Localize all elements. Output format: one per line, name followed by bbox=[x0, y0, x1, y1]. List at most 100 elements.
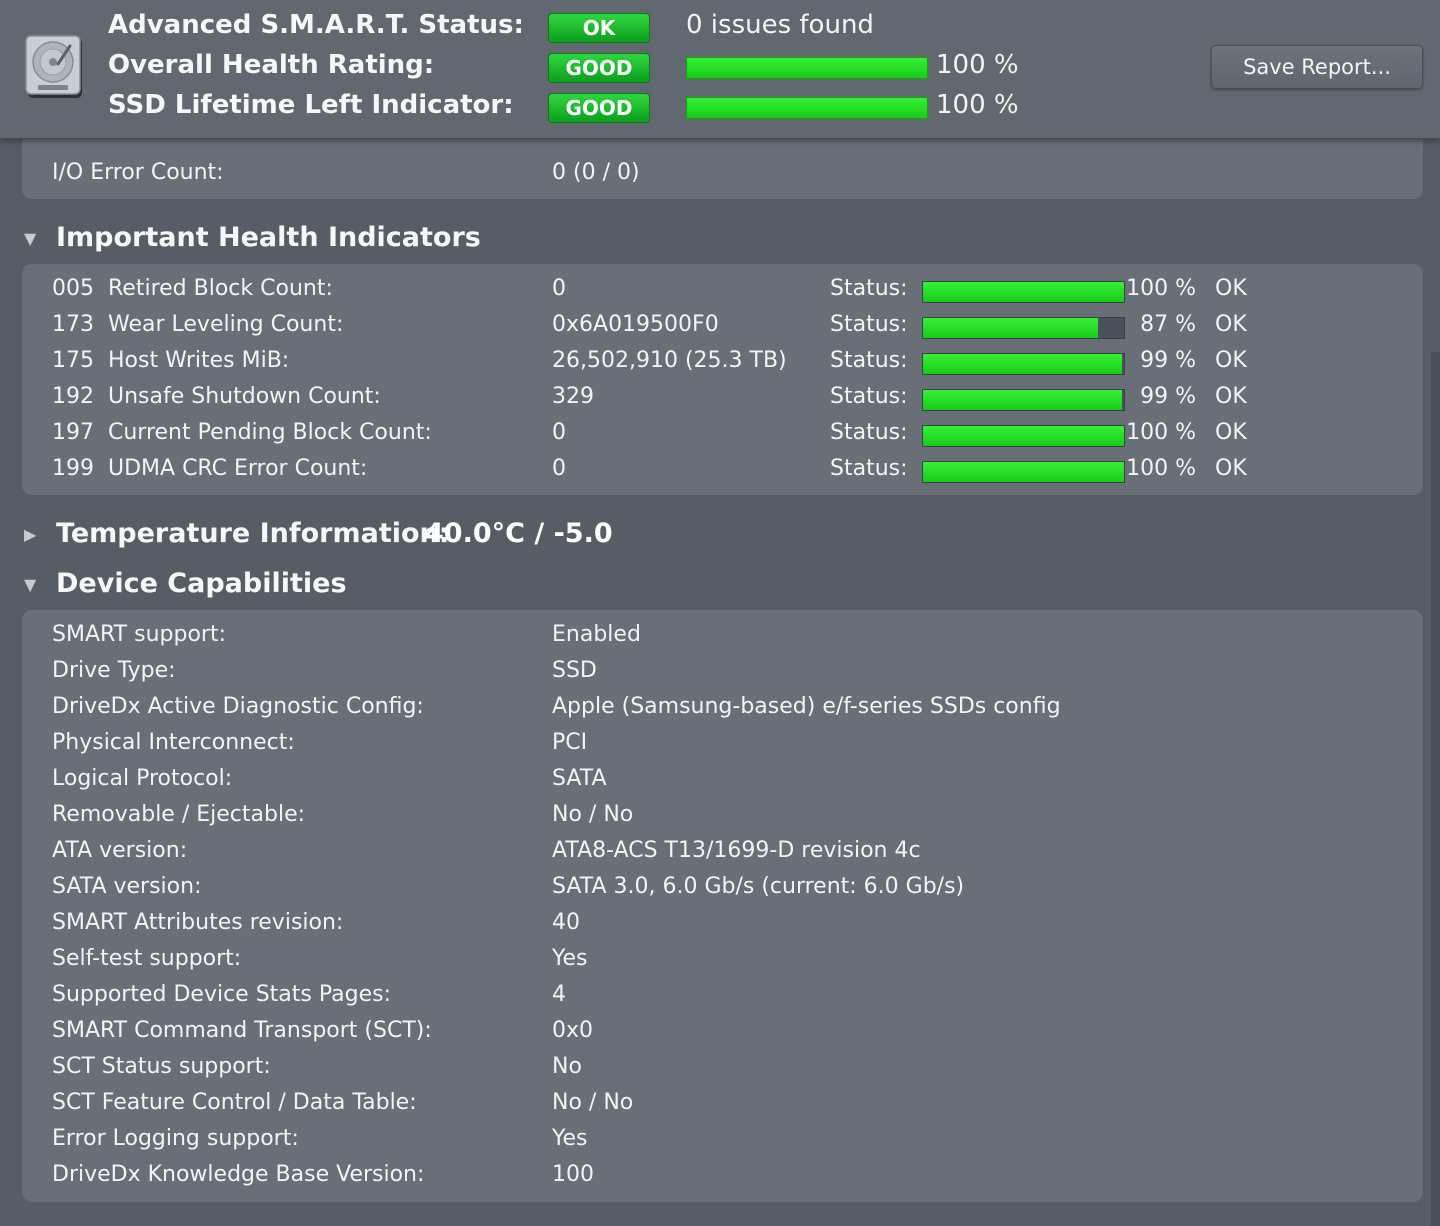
attribute-status-label: Status: bbox=[830, 348, 908, 373]
attribute-health-percent: 100 % bbox=[1126, 276, 1196, 301]
capabilities-disclosure-icon[interactable]: ▼ bbox=[24, 575, 36, 594]
attribute-status-value: OK bbox=[1215, 276, 1247, 301]
health-indicators-panel: 005 Retired Block Count: 0 Status: 100 % OK 17… bbox=[22, 264, 1423, 495]
attribute-health-bar bbox=[922, 317, 1125, 339]
health-rating-badge: GOOD bbox=[548, 53, 650, 83]
capability-value: SATA bbox=[552, 766, 607, 791]
capability-value: SSD bbox=[552, 658, 597, 683]
attribute-status-value: OK bbox=[1215, 348, 1247, 373]
attribute-status-label: Status: bbox=[830, 276, 908, 301]
capability-label: ATA version: bbox=[52, 838, 188, 863]
capability-label: SATA version: bbox=[52, 874, 202, 899]
attribute-id: 005 bbox=[52, 276, 94, 301]
attribute-health-bar bbox=[922, 281, 1125, 303]
capability-value: Yes bbox=[552, 946, 588, 971]
attribute-health-bar-fill bbox=[923, 390, 1122, 410]
capability-label: Drive Type: bbox=[52, 658, 176, 683]
capability-value: Yes bbox=[552, 1126, 588, 1151]
capability-label: Logical Protocol: bbox=[52, 766, 233, 791]
attribute-status-value: OK bbox=[1215, 456, 1247, 481]
save-report-button[interactable]: Save Report... bbox=[1211, 45, 1423, 89]
capability-value: No / No bbox=[552, 802, 634, 827]
attribute-health-percent: 99 % bbox=[1140, 348, 1196, 373]
capability-value: SATA 3.0, 6.0 Gb/s (current: 6.0 Gb/s) bbox=[552, 874, 965, 899]
attribute-value: 0 bbox=[552, 420, 566, 445]
lifetime-bar bbox=[686, 97, 928, 119]
attribute-value: 0 bbox=[552, 456, 566, 481]
capability-label: SCT Feature Control / Data Table: bbox=[52, 1090, 417, 1115]
health-rating-percent: 100 % bbox=[936, 50, 1019, 80]
attribute-health-bar bbox=[922, 425, 1125, 447]
attribute-id: 197 bbox=[52, 420, 94, 445]
attribute-health-bar-fill bbox=[923, 282, 1124, 302]
attribute-health-bar-fill bbox=[923, 426, 1124, 446]
temperature-disclosure-icon[interactable]: ▶ bbox=[24, 525, 36, 544]
attribute-status-label: Status: bbox=[830, 456, 908, 481]
attribute-status-label: Status: bbox=[830, 312, 908, 337]
scrollbar-track[interactable] bbox=[1431, 352, 1440, 1226]
capability-value: 0x0 bbox=[552, 1018, 594, 1043]
issues-found-text: 0 issues found bbox=[686, 10, 874, 40]
capability-label: Self-test support: bbox=[52, 946, 242, 971]
smart-status-label: Advanced S.M.A.R.T. Status: bbox=[108, 10, 524, 40]
hard-drive-icon bbox=[25, 35, 82, 98]
capability-label: Error Logging support: bbox=[52, 1126, 299, 1151]
temperature-title[interactable]: Temperature Information: bbox=[56, 518, 450, 549]
attribute-name: Wear Leveling Count: bbox=[108, 312, 344, 337]
attribute-id: 199 bbox=[52, 456, 94, 481]
attribute-id: 192 bbox=[52, 384, 94, 409]
capabilities-title[interactable]: Device Capabilities bbox=[56, 568, 347, 599]
attribute-health-percent: 100 % bbox=[1126, 456, 1196, 481]
capability-value: No bbox=[552, 1054, 582, 1079]
attribute-name: Host Writes MiB: bbox=[108, 348, 290, 373]
attribute-status-label: Status: bbox=[830, 420, 908, 445]
io-error-count-value: 0 (0 / 0) bbox=[552, 160, 640, 185]
attribute-value: 0x6A019500F0 bbox=[552, 312, 719, 337]
attribute-health-bar bbox=[922, 353, 1125, 375]
capability-value: Apple (Samsung-based) e/f-series SSDs co… bbox=[552, 694, 1061, 719]
capability-label: SCT Status support: bbox=[52, 1054, 271, 1079]
attribute-name: Current Pending Block Count: bbox=[108, 420, 432, 445]
status-header: Advanced S.M.A.R.T. Status: OK 0 issues … bbox=[0, 0, 1440, 139]
capability-label: DriveDx Active Diagnostic Config: bbox=[52, 694, 424, 719]
attribute-health-bar bbox=[922, 389, 1125, 411]
lifetime-label: SSD Lifetime Left Indicator: bbox=[108, 90, 514, 120]
health-indicators-title[interactable]: Important Health Indicators bbox=[56, 222, 481, 253]
attribute-status-label: Status: bbox=[830, 384, 908, 409]
attribute-name: Retired Block Count: bbox=[108, 276, 333, 301]
lifetime-percent: 100 % bbox=[936, 90, 1019, 120]
device-capabilities-panel: SMART support: Enabled Drive Type: SSD Drive… bbox=[22, 610, 1423, 1202]
capability-value: 4 bbox=[552, 982, 566, 1007]
attribute-value: 0 bbox=[552, 276, 566, 301]
attribute-status-value: OK bbox=[1215, 420, 1247, 445]
temperature-value: 40.0°C / -5.0 bbox=[425, 518, 613, 549]
attribute-health-bar bbox=[922, 461, 1125, 483]
capability-label: SMART support: bbox=[52, 622, 226, 647]
attribute-health-bar-fill bbox=[923, 354, 1122, 374]
capability-label: SMART Command Transport (SCT): bbox=[52, 1018, 432, 1043]
io-error-count-label: I/O Error Count: bbox=[52, 160, 224, 185]
attribute-health-percent: 100 % bbox=[1126, 420, 1196, 445]
capability-value: ATA8-ACS T13/1699-D revision 4c bbox=[552, 838, 921, 863]
attribute-id: 173 bbox=[52, 312, 94, 337]
attribute-health-percent: 87 % bbox=[1140, 312, 1196, 337]
capability-label: Physical Interconnect: bbox=[52, 730, 295, 755]
attribute-status-value: OK bbox=[1215, 312, 1247, 337]
capability-label: Removable / Ejectable: bbox=[52, 802, 306, 827]
capability-label: DriveDx Knowledge Base Version: bbox=[52, 1162, 425, 1187]
capability-value: 40 bbox=[552, 910, 580, 935]
health-indicators-disclosure-icon[interactable]: ▼ bbox=[24, 229, 36, 248]
capability-value: PCI bbox=[552, 730, 588, 755]
attribute-name: Unsafe Shutdown Count: bbox=[108, 384, 381, 409]
attribute-status-value: OK bbox=[1215, 384, 1247, 409]
capability-value: 100 bbox=[552, 1162, 594, 1187]
capability-label: SMART Attributes revision: bbox=[52, 910, 344, 935]
capability-value: No / No bbox=[552, 1090, 634, 1115]
smart-status-badge: OK bbox=[548, 13, 650, 43]
health-rating-bar bbox=[686, 57, 928, 79]
attribute-name: UDMA CRC Error Count: bbox=[108, 456, 368, 481]
attribute-health-bar-fill bbox=[923, 462, 1124, 482]
attribute-value: 329 bbox=[552, 384, 594, 409]
health-rating-label: Overall Health Rating: bbox=[108, 50, 435, 80]
capability-value: Enabled bbox=[552, 622, 641, 647]
